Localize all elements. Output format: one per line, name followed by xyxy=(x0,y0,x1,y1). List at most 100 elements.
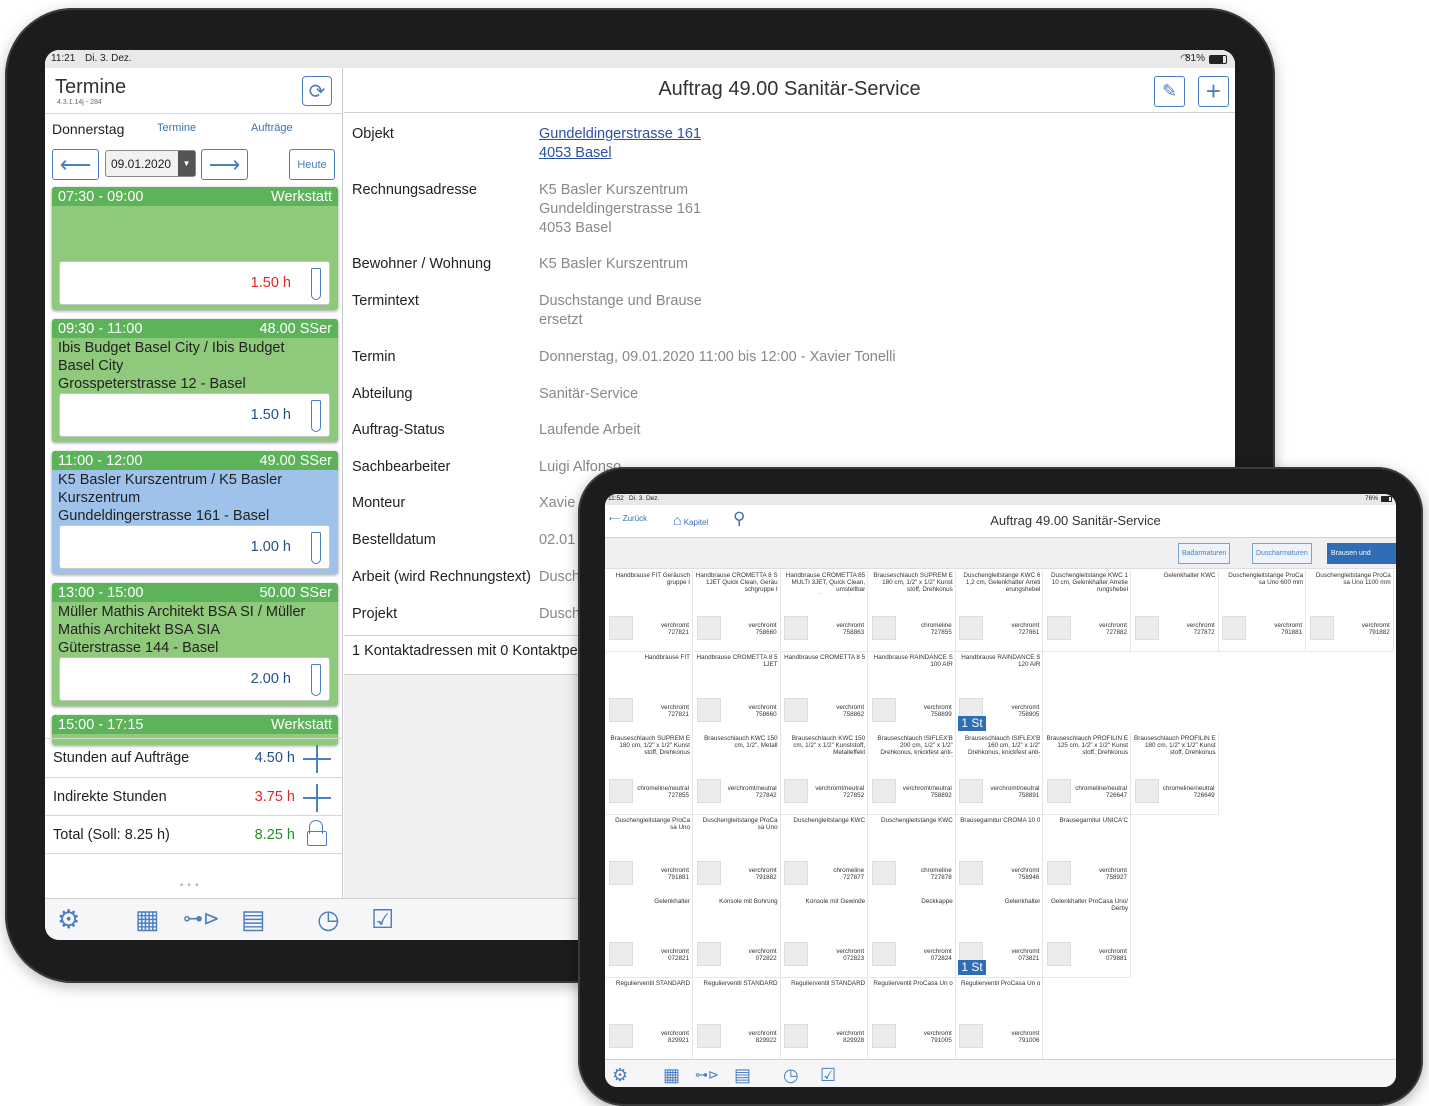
key-icon[interactable]: ⊶⊳ xyxy=(183,904,220,934)
next-day-button[interactable]: ⟶ xyxy=(201,149,248,180)
field-label: Bestelldatum xyxy=(352,532,436,548)
product-color: verchromt xyxy=(923,703,952,711)
product-tile[interactable]: Regulierventil STANDARD verchromt 829928 xyxy=(781,977,869,1060)
hours-field[interactable]: 1.00 h xyxy=(59,525,330,569)
product-finish: verchromt 829922 xyxy=(749,1030,777,1044)
hours-field[interactable]: 1.50 h xyxy=(59,393,330,437)
gear-icon[interactable]: ⚙ xyxy=(57,904,80,934)
key-icon[interactable]: ⊶⊳ xyxy=(695,1060,719,1087)
refresh-button[interactable]: ⟳ xyxy=(302,76,332,106)
product-tile[interactable]: Brauseschlauch PROFILIN E 125 cm, 1/2" x… xyxy=(1044,733,1131,815)
product-tile[interactable]: Gelenkhalter verchromt 073821 1 St xyxy=(956,896,1044,978)
product-tile[interactable]: Brauseschlauch PROFILIN E 180 cm, 1/2" x… xyxy=(1131,733,1219,815)
appointment-card[interactable]: 07:30 - 09:00 Werkstatt 1.50 h xyxy=(52,187,338,310)
product-tile[interactable]: Brauseschlauch ISIFLEX'B 200 cm, 1/2" x … xyxy=(868,733,956,815)
clipboard-icon[interactable]: ▤ xyxy=(734,1060,751,1087)
pencil-icon[interactable] xyxy=(311,664,321,696)
product-tile[interactable]: Brausegarnitur UNICA'C verchromt 758927 xyxy=(1044,814,1131,897)
chapter-button[interactable]: ⌂ Kapitel xyxy=(673,512,708,528)
prev-day-button[interactable]: ⟵ xyxy=(52,149,99,180)
product-tile[interactable]: Konsole mit Gewinde verchromt 072823 xyxy=(781,896,869,978)
product-color: verchromt xyxy=(923,1029,952,1037)
product-tile[interactable]: Brausegarnitur CROMA 10 0 verchromt 758946 xyxy=(956,814,1044,897)
today-button[interactable]: Heute xyxy=(289,149,335,180)
product-image xyxy=(696,1023,721,1048)
hours-field[interactable]: 2.00 h xyxy=(59,657,330,701)
product-tile[interactable]: Regulierventil STANDARD verchromt 829922 xyxy=(693,977,781,1060)
product-finish: verchromt 758927 xyxy=(1099,867,1127,881)
product-tile[interactable]: Brauseschlauch SUPREM E 180 cm, 1/2" x 1… xyxy=(606,733,693,815)
product-tile[interactable]: Brauseschlauch ISIFLEX'B 160 cm, 1/2" x … xyxy=(956,733,1044,815)
product-tile[interactable]: Gelenkhalter ProCasa Uno/ Derby verchromt… xyxy=(1044,896,1131,978)
product-tile[interactable]: Handbrause CROMETTA 85 MULTI 3JET, Quick… xyxy=(781,570,869,652)
back-button[interactable]: ⟵ Zurück xyxy=(609,514,647,523)
product-tile[interactable]: Duschengleitstange ProCa sa Uno 600 mm ve… xyxy=(1219,570,1307,652)
product-name: Duschengleitstange ProCa sa Uno xyxy=(615,816,690,831)
appointment-card[interactable]: 11:00 - 12:00 49.00 SSer K5 Basler Kurszen… xyxy=(52,451,338,574)
add-hours-icon[interactable] xyxy=(303,784,331,812)
object-address-link[interactable]: Gundeldingerstrasse 161 4053 Basel xyxy=(539,125,701,163)
product-tile[interactable]: Regulierventil ProCasa Un o verchromt 7910… xyxy=(868,977,956,1060)
clock-icon[interactable]: ◷ xyxy=(317,904,340,934)
product-color: chromeline xyxy=(920,622,952,629)
add-hours-icon[interactable] xyxy=(303,745,331,773)
checkbox-icon[interactable]: ☑ xyxy=(820,1060,836,1087)
clock-icon[interactable]: ◷ xyxy=(783,1060,799,1087)
product-tile[interactable]: Regulierventil ProCasa Un o verchromt 7910… xyxy=(956,977,1044,1060)
product-tile[interactable]: Duschengleitstange KWC 6 1,2 cm, Gelenkh… xyxy=(956,570,1044,652)
product-tile[interactable]: Regulierventil STANDARD verchromt 829921 xyxy=(606,977,693,1060)
product-tile[interactable]: Duschengleitstange KWC chromeline 727878 xyxy=(868,814,956,897)
pencil-icon[interactable] xyxy=(311,532,321,564)
product-tile[interactable]: Handbrause CROMETTA 8 S 1JET Quick Clean… xyxy=(693,570,781,652)
product-image xyxy=(959,860,984,885)
product-tile[interactable]: Brauseschlauch KWC 150 cm, 1/2" x 1/2" K… xyxy=(781,733,869,815)
appointment-card[interactable]: 09:30 - 11:00 48.00 SSer Ibis Budget Basel… xyxy=(52,319,338,442)
category-brausen[interactable]: Brausen und Zubeh xyxy=(1327,543,1396,576)
product-tile[interactable]: Handbrause FIT verchromt 727821 xyxy=(606,651,693,734)
tab-auftraege[interactable]: Aufträge xyxy=(251,122,293,134)
lock-open-icon[interactable] xyxy=(307,820,327,846)
category-badarmaturen[interactable]: Badarmaturen xyxy=(1178,543,1231,564)
clipboard-icon[interactable]: ▤ xyxy=(241,904,266,934)
contacts-summary[interactable]: 1 Kontaktadressen mit 0 Kontaktpe xyxy=(352,643,578,659)
field-value: Laufende Arbeit xyxy=(539,421,641,440)
appointment-card[interactable]: 13:00 - 15:00 50.00 SSer Müller Mathis Arc… xyxy=(52,583,338,706)
hours-field[interactable]: 1.50 h xyxy=(59,261,330,305)
checkbox-icon[interactable]: ☑ xyxy=(371,904,394,934)
product-color: verchromt xyxy=(748,703,777,711)
product-tile[interactable]: Gelenkhalter verchromt 072821 xyxy=(606,896,693,978)
tab-termine[interactable]: Termine xyxy=(157,122,196,134)
product-tile[interactable]: Handbrause CROMETTA 8 5 1JET verchromt 758… xyxy=(693,651,781,734)
product-tile[interactable]: Deckkappe verchromt 072824 xyxy=(868,896,956,978)
pencil-icon[interactable] xyxy=(311,400,321,432)
product-tile[interactable]: Konsole mit Bohrung verchromt 072822 xyxy=(693,896,781,978)
product-tile[interactable]: Gelenkhalter KWC verchromt 727872 xyxy=(1131,570,1219,652)
product-finish: verchromt 758862 xyxy=(836,704,864,718)
product-tile[interactable]: Duschengleitstange ProCa sa Uno verchromt… xyxy=(693,814,781,897)
search-icon[interactable]: ⚲ xyxy=(733,509,745,529)
product-color: verchromt xyxy=(1186,622,1215,629)
product-image xyxy=(1047,942,1071,966)
calendar-icon[interactable]: ▦ xyxy=(663,1060,680,1087)
product-tile[interactable]: Handbrause CROMETTA 8 5 verchromt 758862 xyxy=(781,651,869,734)
date-select[interactable]: 09.01.2020 ▼ xyxy=(105,150,196,177)
edit-button[interactable]: ✎ xyxy=(1154,76,1185,107)
field-value-line: 4053 Basel xyxy=(539,220,612,236)
product-tile[interactable]: Duschengleitstange KWC 1 10 cm, Gelenkha… xyxy=(1044,570,1131,652)
product-tile[interactable]: Brauseschlauch KWC 150 cm, 1/2", Metall v… xyxy=(693,733,781,815)
category-duscharmaturen[interactable]: Duscharmaturen xyxy=(1252,543,1312,564)
add-button[interactable]: + xyxy=(1198,76,1229,107)
calendar-icon[interactable]: ▦ xyxy=(135,904,160,934)
product-tile[interactable]: Brauseschlauch SUPREM E 180 cm, 1/2" x 1… xyxy=(868,570,956,652)
product-tile[interactable]: Handbrause FIT Geräusch gruppe I verchrom… xyxy=(606,570,693,652)
product-tile[interactable]: Duschengleitstange KWC chromeline 727877 xyxy=(781,814,869,897)
product-tile[interactable]: Handbrause RAINDANCE S 100 AIR verchromt 7… xyxy=(868,651,956,734)
product-code: 829928 xyxy=(843,1036,865,1044)
product-tile[interactable]: Duschengleitstange ProCa sa Uno verchromt… xyxy=(606,814,693,897)
gear-icon[interactable]: ⚙ xyxy=(612,1060,628,1087)
product-tile[interactable]: Handbrause RAINDANCE S 120 AIR verchromt 7… xyxy=(956,651,1044,734)
product-image xyxy=(959,1023,984,1048)
pencil-icon[interactable] xyxy=(311,268,321,300)
product-name: Konsole mit Bohrung xyxy=(719,898,778,905)
product-tile[interactable]: Duschengleitstange ProCa sa Uno 1100 mm v… xyxy=(1306,570,1394,652)
